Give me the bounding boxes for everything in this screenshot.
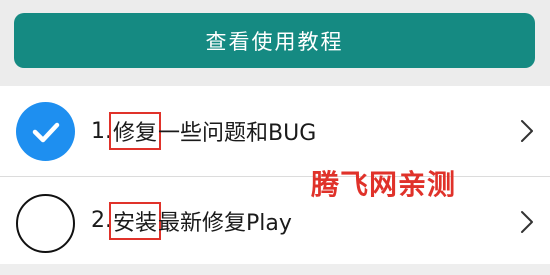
watermark-text: 腾飞网亲测 xyxy=(311,168,457,201)
steps-list: 1. 修复 一些问题和BUG 2. 安装 最新修复Play xyxy=(0,86,550,264)
step-2-text: 最新修复Play xyxy=(158,210,292,236)
step-1-highlight: 修复 xyxy=(108,112,162,150)
step-1-label: 1. 修复 一些问题和BUG xyxy=(91,86,316,176)
step-2-label: 2. 安装 最新修复Play xyxy=(91,177,292,264)
list-item-step-1[interactable]: 1. 修复 一些问题和BUG xyxy=(0,86,550,177)
checked-circle-icon[interactable] xyxy=(16,102,75,161)
step-2-highlight: 安装 xyxy=(108,201,162,240)
chevron-right-icon[interactable] xyxy=(520,119,534,143)
step-2-number: 2. xyxy=(91,208,112,233)
list-item-step-2[interactable]: 2. 安装 最新修复Play xyxy=(0,177,550,264)
step-1-text: 一些问题和BUG xyxy=(158,121,317,146)
view-tutorial-button[interactable]: 查看使用教程 xyxy=(14,13,535,68)
top-area: 查看使用教程 xyxy=(0,0,550,86)
step-1-number: 1. xyxy=(91,118,112,144)
empty-circle-icon[interactable] xyxy=(16,194,75,253)
chevron-right-icon[interactable] xyxy=(520,210,534,234)
checkmark-icon xyxy=(32,122,59,142)
